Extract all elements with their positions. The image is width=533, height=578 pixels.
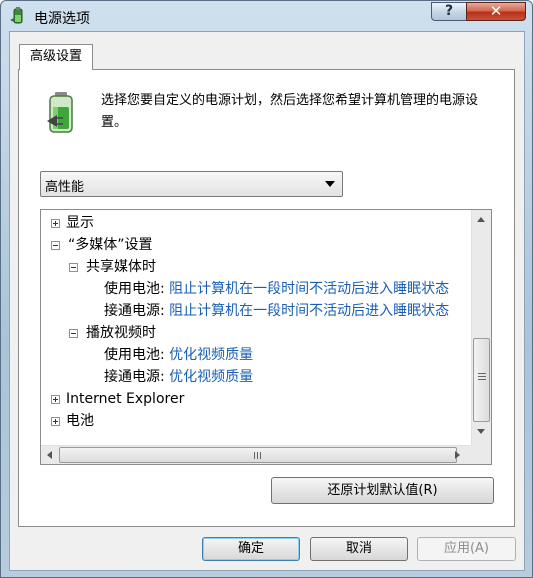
setting-row-sharing-battery[interactable]: 使用电池: 阻止计算机在一段时间不活动后进入睡眠状态 [104, 278, 449, 300]
setting-value-link[interactable]: 优化视频质量 [169, 347, 253, 363]
horizontal-scrollbar[interactable] [41, 445, 471, 464]
setting-row-video-battery[interactable]: 使用电池: 优化视频质量 [104, 344, 253, 366]
grip-icon [254, 452, 255, 459]
setting-label: 接通电源: [104, 369, 165, 385]
setting-row-video-plugged[interactable]: 接通电源: 优化视频质量 [104, 366, 253, 388]
close-button[interactable]: ✕ [466, 2, 526, 21]
vertical-scroll-thumb[interactable] [473, 338, 490, 422]
collapse-icon[interactable] [51, 241, 60, 250]
collapse-icon[interactable] [69, 329, 78, 338]
apply-button[interactable]: 应用(A) [417, 537, 516, 561]
tree-item-display-label: 显示 [66, 215, 94, 231]
power-options-window: 电源选项 ? ✕ 高级设置 选择您要自定义的电源计划，然后选择您希望计算机管理的… [0, 0, 533, 578]
collapse-icon[interactable] [69, 263, 78, 272]
setting-label: 使用电池: [104, 281, 165, 297]
power-plan-value: 高性能 [45, 180, 85, 195]
description-text: 选择您要自定义的电源计划，然后选择您希望计算机管理的电源设置。 [101, 93, 479, 130]
window-title: 电源选项 [34, 11, 90, 27]
power-plan-select[interactable]: 高性能 [40, 171, 343, 197]
scroll-left-icon[interactable] [47, 451, 52, 459]
power-options-icon [10, 7, 23, 24]
setting-row-sharing-plugged[interactable]: 接通电源: 阻止计算机在一段时间不活动后进入睡眠状态 [104, 300, 449, 322]
tree-item-battery-label: 电池 [66, 413, 94, 429]
cancel-button[interactable]: 取消 [310, 537, 408, 561]
scroll-up-icon[interactable] [477, 217, 485, 222]
tree-item-sharing-media-label: 共享媒体时 [86, 259, 156, 275]
setting-label: 使用电池: [104, 347, 165, 363]
horizontal-scroll-thumb[interactable] [59, 447, 457, 463]
restore-defaults-button[interactable]: 还原计划默认值(R) [271, 477, 494, 504]
expand-icon[interactable] [51, 219, 60, 228]
scrollbar-corner [471, 445, 491, 464]
setting-value-link[interactable]: 阻止计算机在一段时间不活动后进入睡眠状态 [169, 281, 449, 297]
vertical-scrollbar[interactable] [471, 210, 491, 447]
tree-item-playing-video-label: 播放视频时 [86, 325, 156, 341]
tree-item-multimedia-label: “多媒体”设置 [68, 237, 153, 253]
grip-icon [478, 373, 486, 374]
chevron-down-icon[interactable] [325, 181, 335, 187]
tree-item-ie-label: Internet Explorer [66, 391, 185, 407]
expand-icon[interactable] [51, 417, 60, 426]
battery-icon [47, 92, 73, 133]
scroll-right-icon[interactable] [455, 451, 460, 459]
setting-value-link[interactable]: 阻止计算机在一段时间不活动后进入睡眠状态 [169, 303, 449, 319]
help-button[interactable]: ? [431, 2, 467, 21]
title-bar[interactable]: 电源选项 ? ✕ [1, 1, 532, 31]
ok-button[interactable]: 确定 [202, 537, 300, 561]
setting-value-link[interactable]: 优化视频质量 [169, 369, 253, 385]
setting-label: 接通电源: [104, 303, 165, 319]
scroll-down-icon[interactable] [477, 429, 485, 434]
settings-tree[interactable]: 显示 “多媒体”设置 共享媒体时 使用电池: 阻止计算机在一段时间不活动后进入睡… [40, 209, 492, 465]
expand-icon[interactable] [51, 395, 60, 404]
tab-advanced-settings[interactable]: 高级设置 [19, 44, 93, 70]
